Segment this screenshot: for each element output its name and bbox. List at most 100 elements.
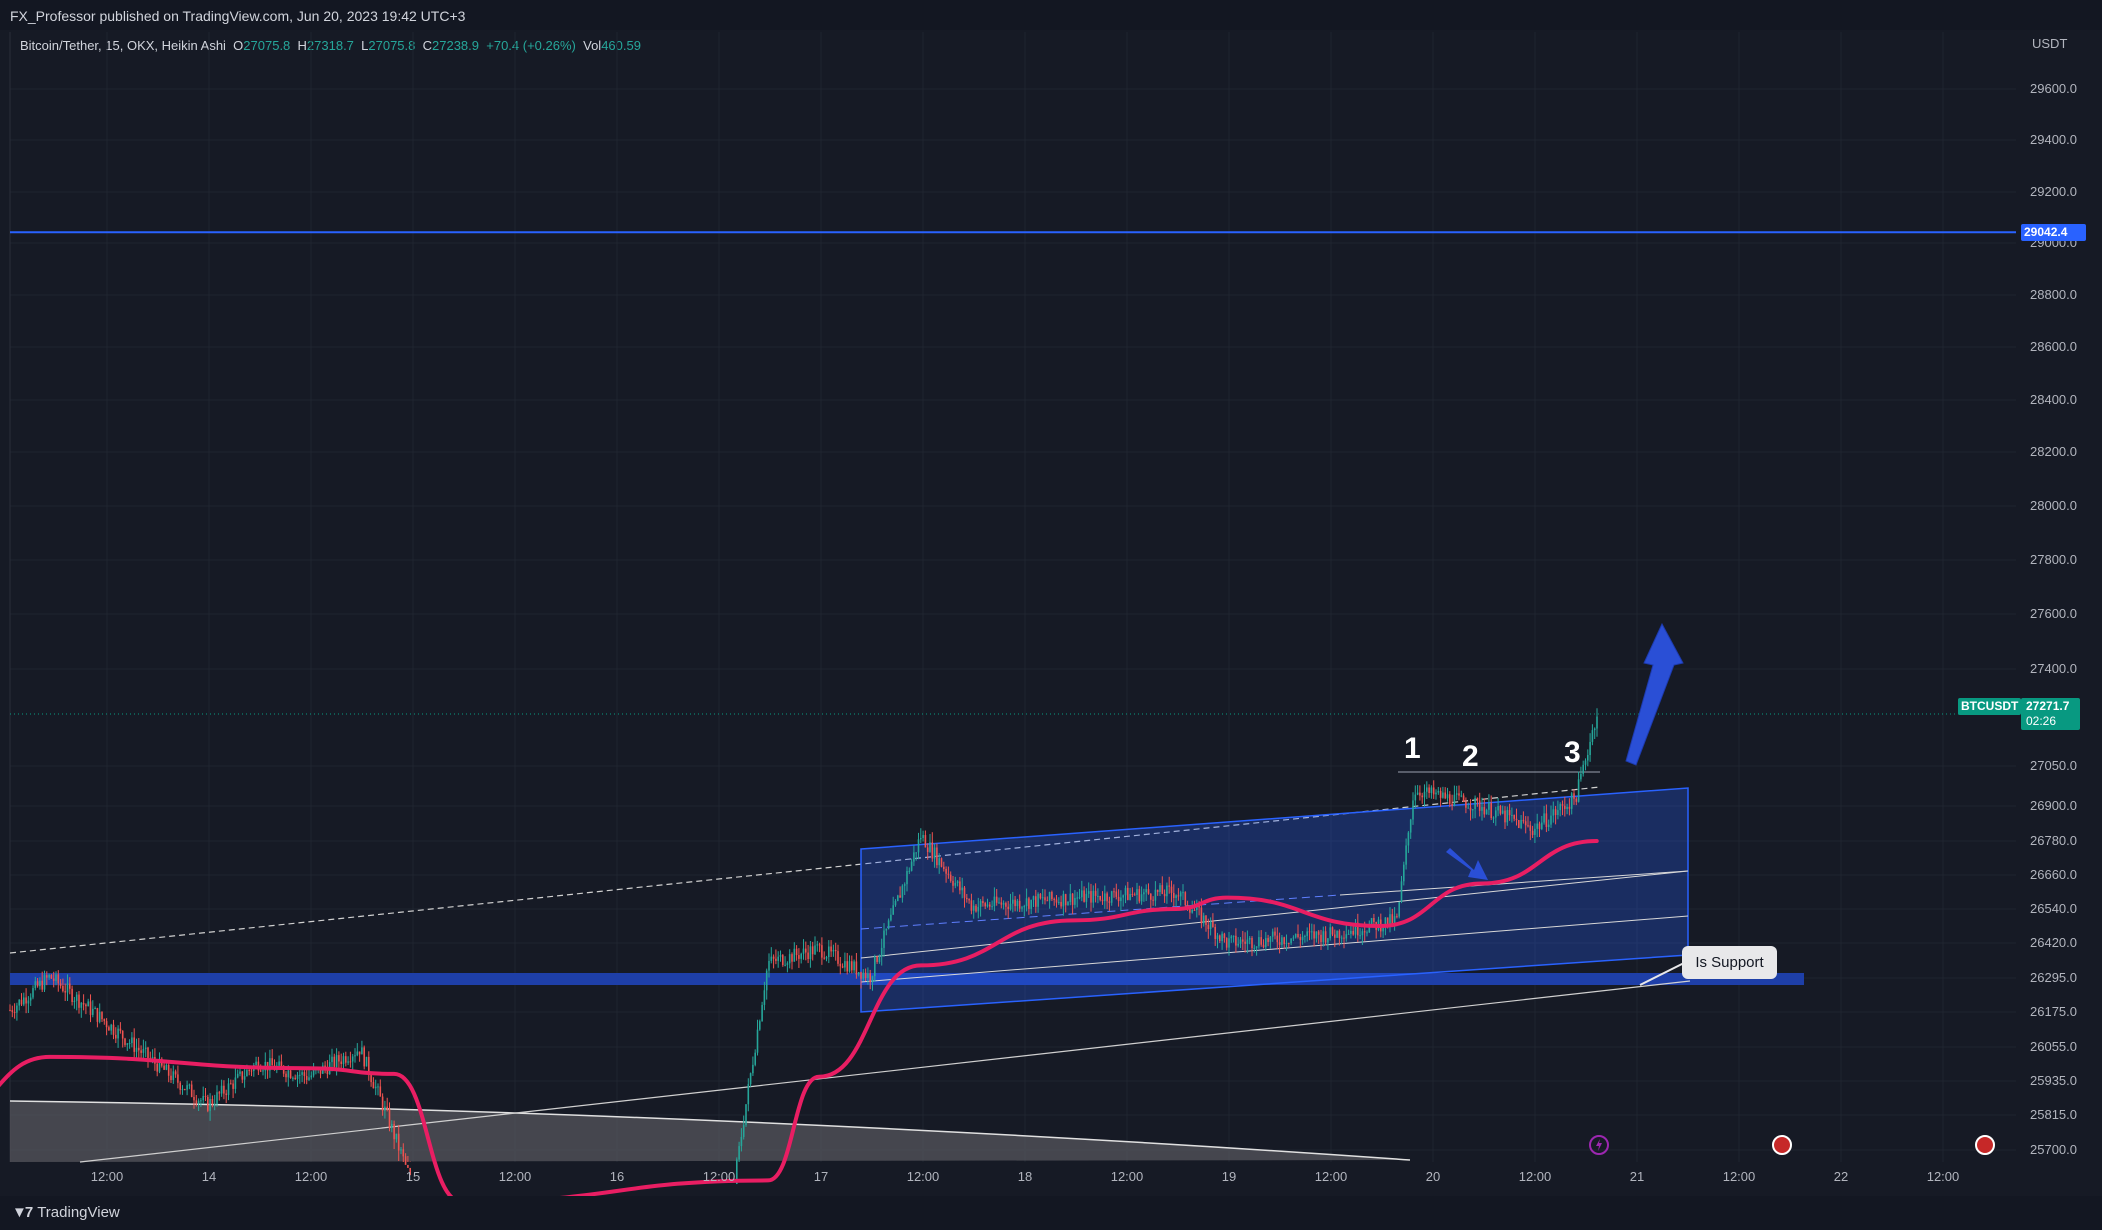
candle [1426,787,1428,792]
candle [1534,828,1536,835]
price-axis-label: 27050.0 [2030,758,2077,773]
candle [85,1004,87,1007]
price-axis-label: 25700.0 [2030,1142,2077,1157]
candle [926,847,929,852]
annotation-2[interactable]: 2 [1462,740,1479,774]
candle [140,1050,142,1053]
annotation-1[interactable]: 1 [1404,732,1421,766]
time-axis-label: 12:00 [1723,1169,1756,1184]
candle [954,882,957,886]
tradingview-logo[interactable]: ▼7 TradingView [12,1204,120,1221]
candle [365,1056,368,1067]
candle [1129,893,1131,900]
candle [784,964,786,966]
candle [1449,794,1451,804]
candle [1497,805,1499,811]
candle [246,1070,248,1077]
candle [1412,800,1414,820]
candle [1028,898,1030,909]
candle [1168,885,1170,887]
price-chart[interactable]: USDT29600.029400.029200.029000.028800.02… [0,30,2102,1196]
candle [1237,943,1239,946]
candle [34,981,37,989]
candle [982,901,984,904]
candle [1552,809,1555,816]
candle [13,1011,16,1013]
candle [393,1123,395,1140]
us-flag-icon[interactable] [1772,1135,1792,1155]
candle [1593,728,1596,731]
candle [1334,934,1336,938]
candle [1541,822,1543,830]
candle [1012,899,1014,904]
candle [395,1133,398,1140]
candle [1064,894,1067,906]
candle [1485,809,1488,815]
candle [966,897,968,900]
candle [1060,901,1062,907]
candle [839,963,842,967]
candle [892,905,894,915]
candle [310,1075,313,1078]
time-axis-label: 12:00 [1927,1169,1960,1184]
candle [1345,934,1348,939]
candle [1458,793,1460,796]
candle [1455,793,1458,795]
candle [361,1047,363,1055]
candle [1373,918,1375,922]
candle [782,955,784,966]
candle [59,983,62,986]
candle [259,1070,262,1072]
candle [207,1096,209,1111]
candle [147,1047,149,1059]
candle [1041,897,1044,899]
candle [1366,932,1368,934]
support-callout[interactable]: Is Support [1682,946,1777,979]
candle [929,842,931,852]
candle [1258,937,1260,947]
candle [1122,895,1124,898]
candle [1085,893,1088,902]
candle [818,944,821,946]
candle [793,948,796,962]
candle [807,952,809,960]
candle [1409,819,1412,833]
candle [1432,787,1435,795]
candle [1550,815,1552,825]
candle [48,974,50,978]
candle [1221,933,1223,942]
candle [1285,942,1288,945]
candle [841,966,844,968]
candle [1545,813,1548,828]
candle [747,1084,750,1105]
candle [370,1074,372,1083]
candle [1076,897,1078,899]
candle [1290,938,1292,944]
lightning-icon[interactable] [1589,1135,1609,1155]
candle [1074,897,1076,905]
candle [1529,825,1532,831]
candle [1214,926,1216,939]
candle [770,956,773,961]
annotation-3[interactable]: 3 [1564,736,1581,770]
candle [255,1061,257,1066]
candle [1350,930,1352,934]
candle [193,1096,195,1101]
candle [1219,935,1221,942]
candle [11,1010,14,1012]
candle [947,873,950,875]
candle [1016,900,1019,907]
candle [1288,942,1290,944]
candle [995,896,998,903]
candle [936,847,938,866]
last-price-tag: 27271.7 02:26 [2021,698,2080,730]
candle [209,1099,211,1111]
candle [128,1043,131,1045]
candle [331,1056,333,1063]
candle [16,1005,18,1013]
us-flag-icon[interactable] [1975,1135,1995,1155]
tradingview-logo-icon: ▼7 [12,1204,33,1221]
candle [1524,821,1527,826]
candle [791,954,793,962]
candle [961,887,963,891]
